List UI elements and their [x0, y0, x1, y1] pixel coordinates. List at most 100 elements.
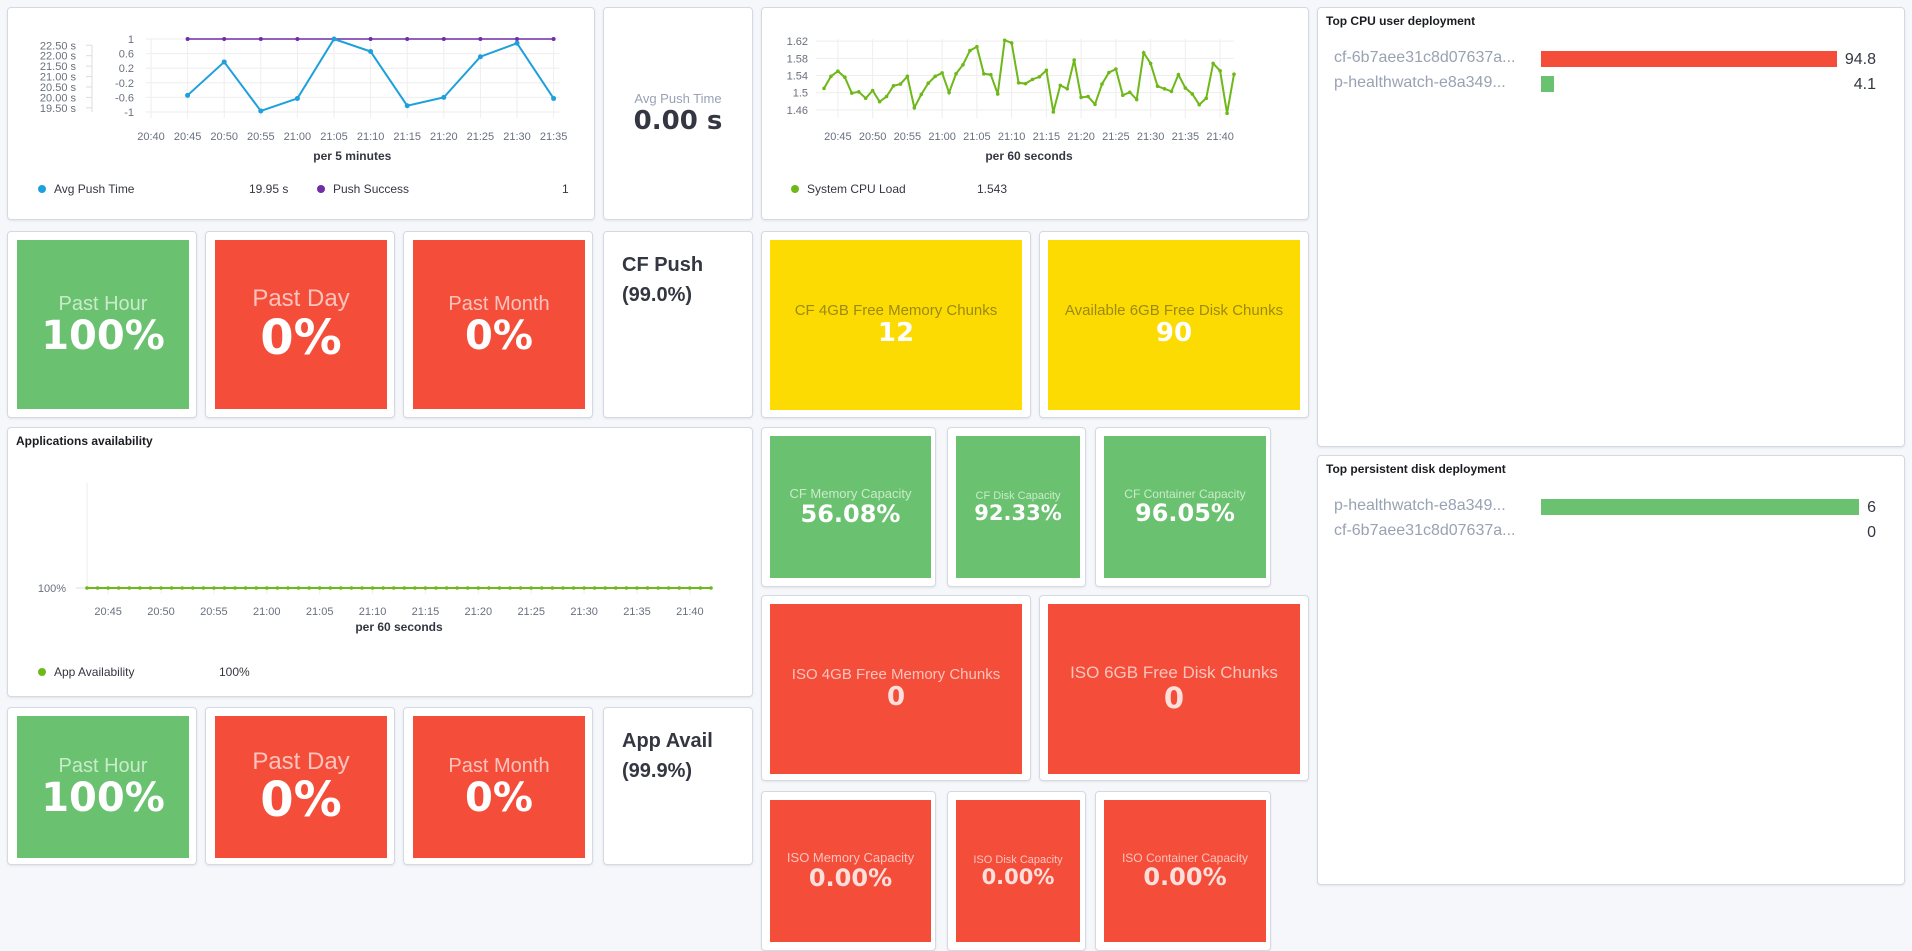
cpu-load-point: [975, 44, 979, 49]
x-tick-label: 21:05: [320, 131, 348, 143]
app-availability-point: [307, 586, 311, 590]
cpu-load-point: [1086, 94, 1090, 99]
x-tick-label: 21:10: [998, 131, 1026, 143]
app-availability-point: [423, 586, 428, 590]
y-right-tick-label: 0.2: [119, 63, 134, 75]
deployment-value: 4.1: [1853, 76, 1876, 93]
avg-push-time-point: [185, 92, 191, 98]
avg-push-time-point: [477, 54, 483, 60]
legend-dot-icon: [317, 185, 325, 193]
cpu-load-point: [912, 105, 917, 110]
cpu-load-point: [926, 81, 931, 86]
legend-value: 1.543: [977, 182, 1008, 196]
x-tick-label: 21:35: [540, 131, 568, 143]
legend-dot-icon: [38, 185, 46, 193]
cpu-load-point: [1023, 81, 1028, 86]
legend-dot-icon: [38, 668, 46, 676]
x-tick-label: 20:55: [247, 131, 275, 143]
tile-value: 100%: [41, 775, 165, 821]
tile-value: 0%: [465, 312, 533, 359]
cpu-load-point: [947, 90, 951, 95]
push-success-point: [185, 37, 190, 41]
avg-push-time-point: [514, 40, 520, 46]
cpu-load-point: [1072, 58, 1076, 62]
app-availability-point: [85, 586, 89, 590]
app-availability-point: [539, 586, 544, 590]
x-tick-label: 21:40: [1206, 131, 1234, 143]
cpu-load-point: [919, 92, 924, 97]
legend-system-cpu-load[interactable]: System CPU Load: [791, 182, 906, 196]
push-success-point: [515, 37, 519, 41]
cpu-load-point: [1016, 81, 1021, 85]
cpu-load-point: [843, 75, 847, 80]
cpu-load-point: [1002, 38, 1007, 43]
app-availability-point: [666, 586, 671, 590]
app-availability-point: [391, 586, 396, 590]
y-tick-label: 1.62: [787, 36, 808, 48]
app-availability-point: [180, 586, 184, 590]
tile-value: 100%: [41, 312, 165, 359]
x-tick-label: 21:15: [393, 131, 421, 143]
y-right-tick-label: 1: [128, 34, 134, 46]
tile-value: 56.08%: [800, 499, 901, 528]
push-success-point: [258, 37, 263, 41]
iso-container-capacity-panel: ISO Container Capacity 0.00%: [1095, 791, 1271, 951]
app-availability-point: [148, 586, 153, 590]
app-availability-point: [571, 586, 576, 590]
x-tick-label: 21:25: [517, 606, 545, 618]
deployment-row[interactable]: cf-6b7aee31c8d07637a... 94.8: [1318, 49, 1904, 71]
legend-push-success[interactable]: Push Success: [317, 182, 409, 196]
tile-value: 90: [1155, 317, 1193, 348]
deployment-value: 0: [1867, 524, 1876, 541]
top-disk-title: Top persistent disk deployment: [1326, 462, 1506, 476]
app-availability-point: [455, 586, 459, 590]
app-availability-point: [677, 586, 682, 590]
iso-disk-capacity-panel: ISO Disk Capacity 0.00%: [947, 791, 1086, 951]
deployment-bar: [1541, 51, 1837, 67]
deployment-name: cf-6b7aee31c8d07637a...: [1334, 522, 1516, 539]
avg-push-time-label: Avg Push Time: [634, 91, 722, 106]
tile-value: 0.00%: [981, 865, 1055, 890]
cf-push-past-month-panel: Past Month 0%: [403, 231, 593, 418]
app-availability-point: [582, 586, 586, 590]
app-availability-point: [360, 586, 364, 590]
x-tick-label: 21:10: [359, 606, 387, 618]
iso-memory-chunks-tile: ISO 4GB Free Memory Chunks 0: [770, 604, 1022, 774]
cf-push-past-hour-panel: Past Hour 100%: [7, 231, 197, 418]
app-availability-chart: 100% 20:45 20:50 20:55 21:00 21:05 21:10 21:15 2…: [38, 483, 713, 634]
legend-avg-push-time[interactable]: Avg Push Time: [38, 182, 134, 196]
x-tick-label: 20:45: [94, 606, 122, 618]
iso-container-capacity-tile: ISO Container Capacity 0.00%: [1104, 800, 1266, 942]
app-availability-point: [529, 586, 534, 590]
cpu-load-point: [1058, 83, 1063, 88]
app-availability-point: [275, 586, 280, 590]
cpu-load-point: [933, 74, 937, 79]
legend-app-availability[interactable]: App Availability: [38, 665, 135, 679]
cf-push-title: CF Push: [622, 254, 704, 276]
x-tick-label: 21:20: [465, 606, 493, 618]
cpu-load-point: [1121, 93, 1125, 98]
app-avail-past-day-panel: Past Day 0%: [205, 707, 395, 865]
app-availability-point: [212, 586, 216, 590]
app-avail-past-day-tile: Past Day 0%: [215, 716, 387, 858]
cpu-load-point: [1162, 87, 1167, 91]
cpu-load-point: [1037, 74, 1042, 79]
x-tick-label: 21:40: [676, 606, 704, 618]
legend-label: System CPU Load: [807, 182, 906, 196]
cpu-load-point: [1176, 72, 1181, 77]
x-tick-label: 20:50: [147, 606, 175, 618]
cpu-load-point: [829, 74, 833, 79]
cf-memory-chunks-panel: CF 4GB Free Memory Chunks 12: [761, 231, 1031, 418]
deployment-row[interactable]: p-healthwatch-e8a349... 4.1: [1318, 74, 1904, 96]
tile-value: 92.33%: [974, 501, 1062, 526]
push-success-point: [405, 37, 410, 41]
deployment-row[interactable]: p-healthwatch-e8a349... 6: [1318, 497, 1904, 519]
x-tick-label: 21:00: [253, 606, 281, 618]
avg-push-time-point: [404, 103, 410, 109]
deployment-row[interactable]: cf-6b7aee31c8d07637a... 0: [1318, 522, 1904, 544]
app-availability-point: [518, 586, 523, 590]
tile-value: 0: [1163, 681, 1185, 716]
cpu-load-point: [877, 99, 882, 104]
cpu-load-point: [954, 71, 958, 76]
app-availability-point: [476, 586, 481, 590]
